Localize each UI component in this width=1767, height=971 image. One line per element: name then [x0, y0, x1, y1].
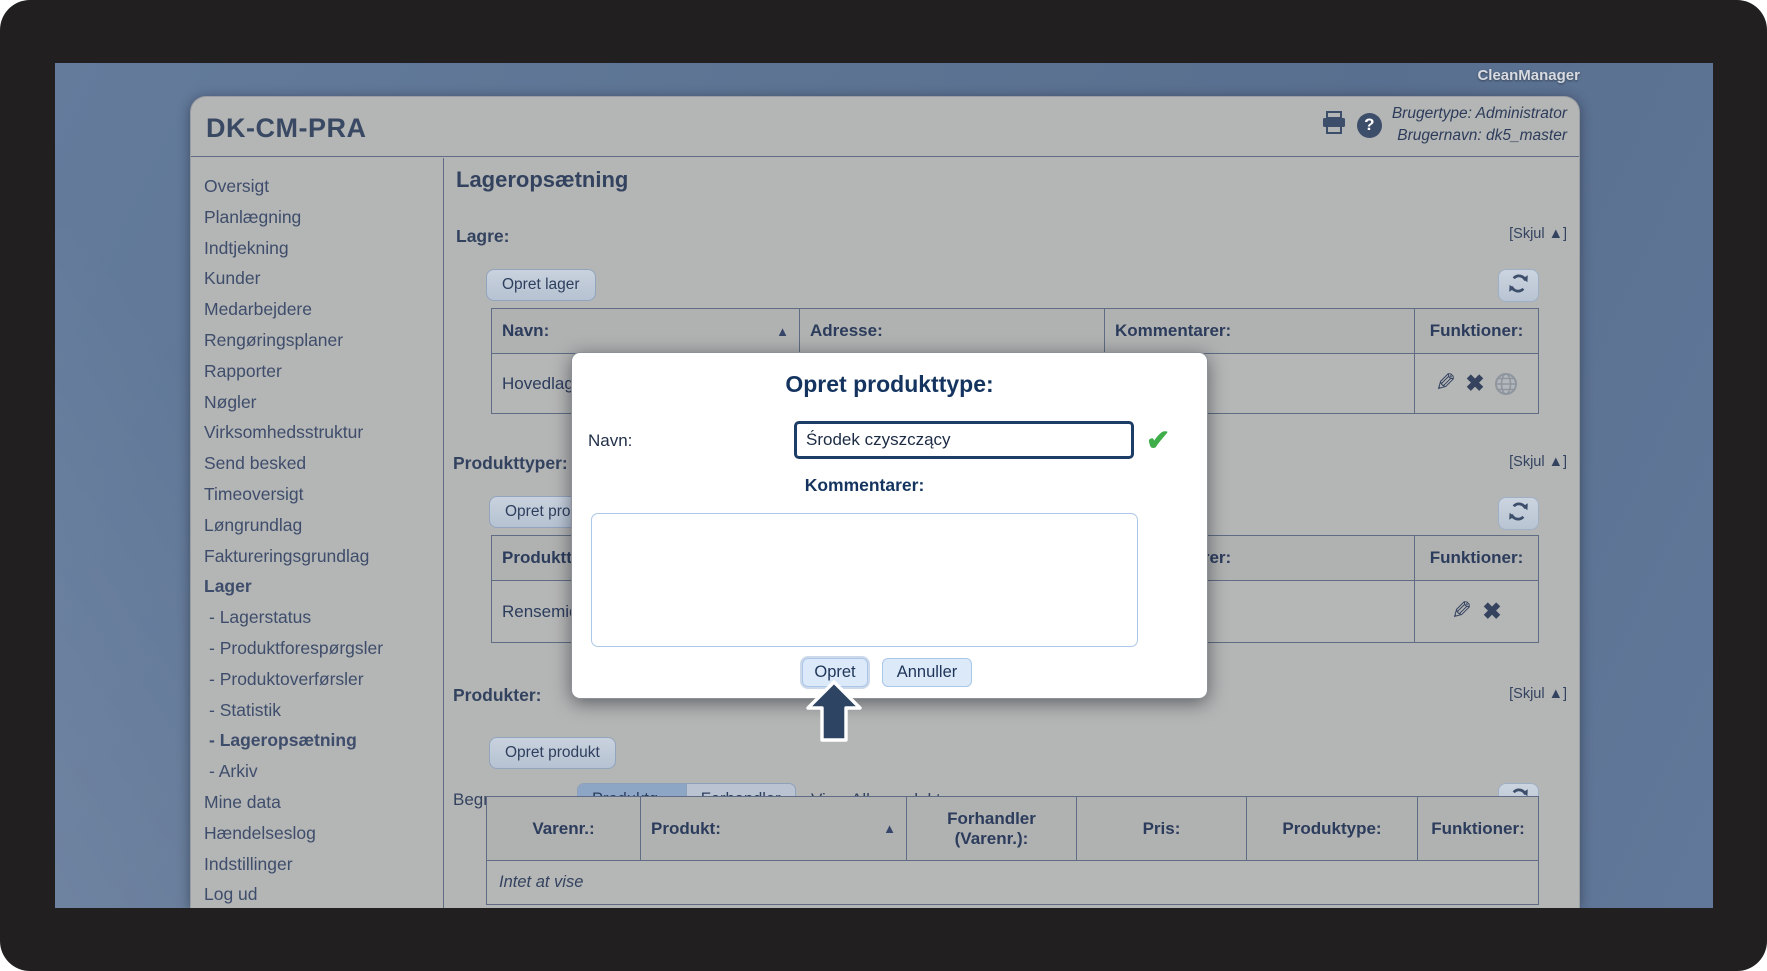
navn-input[interactable]	[794, 421, 1134, 459]
globe-icon[interactable]	[1494, 372, 1518, 396]
user-type: Brugertype: Administrator	[1392, 103, 1567, 125]
lagre-col-navn[interactable]: Navn: ▲	[492, 309, 800, 354]
brand-logo: CleanManager	[1477, 67, 1580, 84]
help-icon[interactable]: ?	[1357, 113, 1382, 138]
produkter-section-title: Produkter:	[453, 685, 541, 706]
produkttyper-col-funktioner: Funktioner:	[1415, 536, 1539, 581]
sidebar-item-arkiv[interactable]: - Arkiv	[204, 756, 443, 787]
produkter-col-funktioner: Funktioner:	[1418, 797, 1539, 861]
page-title: DK-CM-PRA	[206, 113, 366, 144]
print-icon[interactable]	[1321, 111, 1347, 140]
sidebar-item-haendelseslog[interactable]: Hændelseslog	[204, 818, 443, 849]
sidebar-item-medarbejdere[interactable]: Medarbejdere	[204, 294, 443, 325]
sidebar-item-produktoverfoersler[interactable]: - Produktoverførsler	[204, 664, 443, 695]
sidebar-item-virksomhedsstruktur[interactable]: Virksomhedsstruktur	[204, 417, 443, 448]
sort-asc-icon: ▲	[883, 821, 896, 836]
produkter-hide-link[interactable]: [Skjul ▲]	[1509, 686, 1567, 702]
sidebar-item-kunder[interactable]: Kunder	[204, 263, 443, 294]
sidebar-item-send-besked[interactable]: Send besked	[204, 448, 443, 479]
delete-icon[interactable]: ✖	[1465, 372, 1484, 395]
produkter-col-varenr[interactable]: Varenr.:	[487, 797, 641, 861]
refresh-icon	[1508, 501, 1529, 527]
lagre-section-title: Lagre:	[456, 226, 509, 247]
kommentarer-textarea[interactable]	[591, 513, 1138, 647]
navn-label: Navn:	[588, 431, 632, 451]
refresh-icon	[1508, 273, 1529, 299]
produkter-col-produktype[interactable]: Produktype:	[1247, 797, 1418, 861]
user-name: Brugernavn: dk5_master	[1392, 125, 1567, 147]
dialog-annuller-button[interactable]: Annuller	[882, 658, 972, 687]
lagre-hide-link[interactable]: [Skjul ▲]	[1509, 226, 1567, 242]
sidebar-item-faktureringsgrundlag[interactable]: Faktureringsgrundlag	[204, 541, 443, 572]
sidebar-item-timeoversigt[interactable]: Timeoversigt	[204, 479, 443, 510]
sidebar-item-rapporter[interactable]: Rapporter	[204, 356, 443, 387]
sidebar-item-lageropsaetning[interactable]: - Lageropsætning	[204, 725, 443, 756]
produkter-col-produkt[interactable]: Produkt: ▲	[641, 797, 907, 861]
sidebar-item-oversigt[interactable]: Oversigt	[204, 171, 443, 202]
edit-icon[interactable]: ✎	[1435, 371, 1456, 396]
produkter-col-forhandler[interactable]: Forhandler (Varenr.):	[907, 797, 1077, 861]
sidebar-item-statistik[interactable]: - Statistik	[204, 695, 443, 726]
produkter-col-pris[interactable]: Pris:	[1077, 797, 1247, 861]
sidebar-item-indstillinger[interactable]: Indstillinger	[204, 849, 443, 880]
sidebar-item-noegler[interactable]: Nøgler	[204, 387, 443, 418]
sidebar-item-rengoeringsplaner[interactable]: Rengøringsplaner	[204, 325, 443, 356]
lagre-refresh-button[interactable]	[1498, 269, 1539, 302]
produkter-table: Varenr.: Produkt: ▲ Forhandler (Varenr.)…	[486, 796, 1539, 905]
produkter-empty-row: Intet at vise	[487, 861, 1539, 905]
arrow-up-cursor-icon	[806, 680, 862, 747]
screen-frame: CleanManager DK-CM-PRA ? Brugertype:	[0, 0, 1767, 971]
desktop-background: CleanManager DK-CM-PRA ? Brugertype:	[55, 63, 1713, 908]
sidebar-item-produktforespoergsler[interactable]: - Produktforespørgsler	[204, 633, 443, 664]
produkttyper-section-title: Produkttyper:	[453, 453, 568, 474]
sort-asc-icon: ▲	[776, 324, 789, 339]
panel-header: DK-CM-PRA ? Brugertype: Administrator Br…	[191, 97, 1579, 157]
opret-lager-button[interactable]: Opret lager	[486, 269, 596, 301]
produkttyper-hide-link[interactable]: [Skjul ▲]	[1509, 454, 1567, 470]
sidebar-item-lager[interactable]: Lager	[204, 571, 443, 602]
edit-icon[interactable]: ✎	[1451, 599, 1472, 624]
sidebar-item-log-ud[interactable]: Log ud	[204, 879, 443, 908]
sidebar-nav: Oversigt Planlægning Indtjekning Kunder …	[191, 158, 444, 908]
sidebar-item-indtjekning[interactable]: Indtjekning	[204, 233, 443, 264]
sidebar-item-mine-data[interactable]: Mine data	[204, 787, 443, 818]
app-panel: DK-CM-PRA ? Brugertype: Administrator Br…	[190, 96, 1580, 908]
opret-produkt-button[interactable]: Opret produkt	[489, 737, 616, 769]
valid-check-icon: ✔	[1146, 423, 1170, 458]
page-heading: Lageropsætning	[456, 167, 628, 193]
user-meta: Brugertype: Administrator Brugernavn: dk…	[1392, 103, 1567, 147]
produkttyper-refresh-button[interactable]	[1498, 497, 1539, 530]
opret-produkttype-dialog: Opret produkttype: Navn: ✔ Kommentarer: …	[571, 352, 1208, 699]
lagre-col-adresse[interactable]: Adresse:	[800, 309, 1105, 354]
kommentarer-label: Kommentarer:	[591, 475, 1138, 496]
lagre-col-funktioner: Funktioner:	[1415, 309, 1539, 354]
lagre-col-kommentarer[interactable]: Kommentarer:	[1105, 309, 1415, 354]
sidebar-item-planlaegning[interactable]: Planlægning	[204, 202, 443, 233]
sidebar-item-loengrundlag[interactable]: Løngrundlag	[204, 510, 443, 541]
dialog-title: Opret produkttype:	[572, 371, 1207, 398]
lagre-row-funktioner: ✎ ✖	[1415, 354, 1539, 414]
produkttyper-row-funktioner: ✎ ✖	[1415, 581, 1539, 643]
sidebar-item-lagerstatus[interactable]: - Lagerstatus	[204, 602, 443, 633]
delete-icon[interactable]: ✖	[1482, 600, 1501, 623]
